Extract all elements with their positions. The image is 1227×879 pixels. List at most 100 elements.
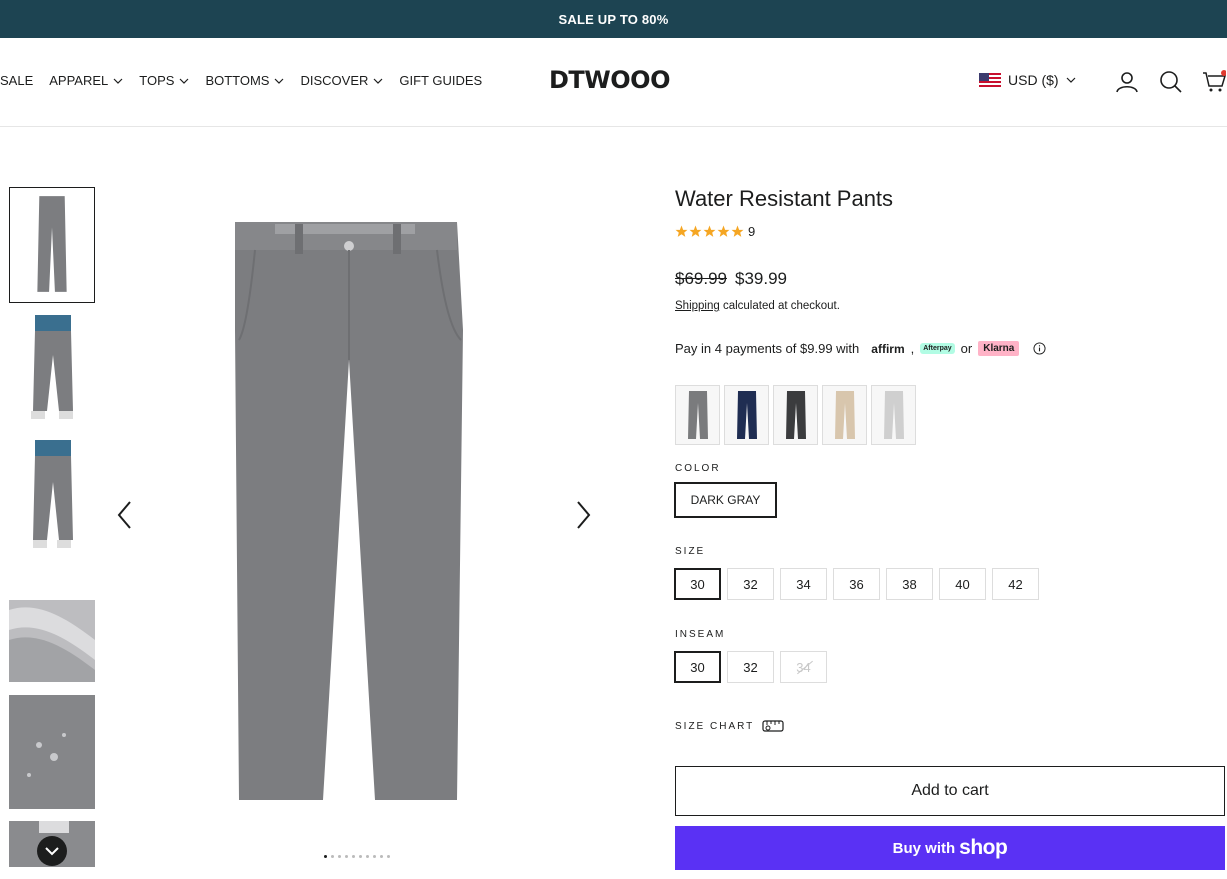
nav-item-discover[interactable]: DISCOVER — [300, 73, 383, 88]
info-icon[interactable] — [1033, 342, 1046, 355]
star-icon — [675, 225, 688, 237]
pants-swatch-image — [834, 391, 855, 439]
pants-swatch-image — [883, 391, 904, 439]
size-option-38[interactable]: 38 — [886, 568, 933, 600]
afterpay-logo: Afterpay — [920, 343, 955, 354]
nav-item-label: APPAREL — [49, 73, 109, 88]
thumbnail-2[interactable] — [9, 315, 95, 425]
star-icon — [731, 225, 744, 237]
separator-comma: , — [910, 341, 915, 356]
buy-with-label: Buy with — [892, 839, 956, 857]
currency-label: USD ($) — [1008, 72, 1059, 88]
or-text: or — [960, 341, 973, 356]
nav-item-tops[interactable]: TOPS — [139, 73, 189, 88]
carousel-dot[interactable] — [366, 855, 369, 858]
nav-item-label: DISCOVER — [300, 73, 369, 88]
color-swatches — [675, 385, 916, 445]
thumbnail-4[interactable] — [9, 600, 95, 682]
size-chart-label: SIZE CHART — [675, 720, 755, 732]
shipping-link[interactable]: Shipping — [675, 300, 720, 312]
carousel-dot[interactable] — [331, 855, 334, 858]
model-back-thumbnail-image — [9, 440, 95, 552]
size-option-40[interactable]: 40 — [939, 568, 986, 600]
carousel-dot[interactable] — [324, 855, 327, 858]
inseam-options: 30 32 34 — [674, 651, 827, 683]
affirm-logo: affirm — [871, 341, 905, 356]
shipping-text: calculated at checkout. — [719, 300, 840, 312]
star-icon — [717, 225, 730, 237]
announcement-text: SALE UP TO 80% — [558, 11, 669, 27]
pants-swatch-image — [785, 391, 806, 439]
nav-item-sale[interactable]: SALE — [0, 73, 33, 88]
size-option-36[interactable]: 36 — [833, 568, 880, 600]
add-to-cart-button[interactable]: Add to cart — [675, 766, 1225, 816]
carousel-dot[interactable] — [387, 855, 390, 858]
size-option-30[interactable]: 30 — [674, 568, 721, 600]
nav-item-apparel[interactable]: APPAREL — [49, 73, 123, 88]
inseam-label: INSEAM — [675, 629, 726, 640]
review-count: 9 — [748, 224, 756, 239]
swatch-navy[interactable] — [724, 385, 769, 445]
carousel-dot[interactable] — [352, 855, 355, 858]
rating-stars[interactable]: 9 — [675, 224, 755, 239]
model-front-thumbnail-image — [9, 315, 95, 425]
nav-item-bottoms[interactable]: BOTTOMS — [205, 73, 284, 88]
price-row: $69.99 $39.99 — [675, 269, 787, 289]
pants-swatch-image — [687, 391, 708, 439]
product-title: Water Resistant Pants — [675, 186, 894, 211]
site-header: SALE APPAREL TOPS BOTTOMS DISCOVER GIFT … — [0, 38, 1227, 127]
size-option-32[interactable]: 32 — [727, 568, 774, 600]
inseam-option-32[interactable]: 32 — [727, 651, 774, 683]
swatch-khaki[interactable] — [822, 385, 867, 445]
installments-info: Pay in 4 payments of $9.99 with affirm ,… — [675, 341, 1046, 356]
carousel-dot[interactable] — [380, 855, 383, 858]
product-main-image — [235, 222, 463, 800]
site-logo[interactable]: DTWOOO — [549, 66, 670, 94]
swatch-charcoal[interactable] — [773, 385, 818, 445]
chevron-down-icon — [180, 78, 189, 84]
klarna-logo: Klarna — [978, 341, 1020, 356]
color-selected-value[interactable]: DARK GRAY — [674, 482, 777, 518]
installments-text: Pay in 4 payments of $9.99 with — [675, 341, 860, 356]
prev-image-arrow-icon[interactable] — [115, 500, 135, 530]
cart-icon[interactable] — [1202, 70, 1226, 94]
size-chart-link[interactable]: SIZE CHART — [675, 719, 784, 733]
size-option-34[interactable]: 34 — [780, 568, 827, 600]
buy-with-shop-button[interactable]: Buy with shop — [675, 826, 1225, 870]
thumbnail-5[interactable] — [9, 695, 95, 809]
next-image-arrow-icon[interactable] — [573, 500, 593, 530]
account-icon[interactable] — [1115, 70, 1139, 94]
nav-item-label: TOPS — [139, 73, 175, 88]
carousel-dot[interactable] — [373, 855, 376, 858]
chevron-down-icon — [373, 78, 383, 84]
water-drops-thumbnail-image — [9, 695, 95, 809]
measuring-tape-icon — [762, 720, 784, 732]
search-icon[interactable] — [1159, 70, 1183, 94]
compare-price: $69.99 — [675, 269, 727, 288]
carousel-dot[interactable] — [359, 855, 362, 858]
star-icon — [689, 225, 702, 237]
shipping-note: Shipping calculated at checkout. — [675, 300, 840, 312]
carousel-dots — [324, 855, 390, 858]
inseam-option-34[interactable]: 34 — [780, 651, 827, 683]
size-option-42[interactable]: 42 — [992, 568, 1039, 600]
chevron-down-icon — [275, 78, 284, 84]
nav-item-label: SALE — [0, 73, 34, 88]
carousel-dot[interactable] — [345, 855, 348, 858]
thumbnail-3[interactable] — [9, 440, 95, 552]
currency-selector[interactable]: USD ($) — [979, 72, 1076, 88]
announcement-bar[interactable]: SALE UP TO 80% — [0, 0, 1227, 38]
swatch-dark-gray[interactable] — [675, 385, 720, 445]
waistband-detail-thumbnail-image — [9, 600, 95, 682]
carousel-dot[interactable] — [338, 855, 341, 858]
thumbnail-scroll-down-button[interactable] — [37, 836, 67, 866]
thumbnail-1[interactable] — [9, 187, 95, 303]
pants-thumbnail-image — [37, 196, 67, 292]
inseam-option-30[interactable]: 30 — [674, 651, 721, 683]
chevron-down-icon — [113, 78, 123, 84]
nav-item-label: GIFT GUIDES — [399, 73, 483, 88]
size-label: SIZE — [675, 546, 706, 557]
swatch-light-gray[interactable] — [871, 385, 916, 445]
size-options: 30 32 34 36 38 40 42 — [674, 568, 1039, 600]
nav-item-gift-guides[interactable]: GIFT GUIDES — [399, 73, 482, 88]
